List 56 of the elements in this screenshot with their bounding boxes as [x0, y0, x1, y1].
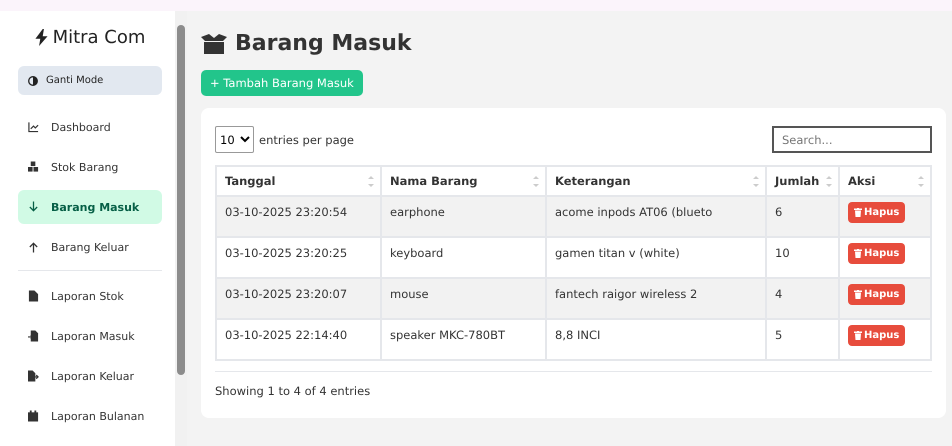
sidebar-item[interactable]: Dashboard — [18, 110, 162, 144]
sidebar-item[interactable]: Barang Masuk — [18, 190, 162, 224]
sort-icon — [753, 175, 759, 188]
table-cell: 4 — [766, 278, 839, 319]
file-import-icon — [28, 330, 39, 342]
column-header[interactable]: Tanggal — [216, 166, 381, 196]
table-cell: 6 — [766, 196, 839, 237]
calendar-icon — [28, 410, 39, 422]
table-cell: fantech raigor wireless 2 — [546, 278, 766, 319]
sort-icon — [826, 175, 832, 188]
table-cell: 03-10-2025 23:20:07 — [216, 278, 381, 319]
arrow-down-icon — [28, 201, 39, 213]
sidebar-item[interactable]: Laporan Bulanan — [18, 399, 162, 433]
brand-name: Mitra Com — [52, 27, 146, 48]
table-cell: speaker MKC-780BT — [381, 319, 546, 360]
table-cell: 03-10-2025 22:14:40 — [216, 319, 381, 360]
column-header[interactable]: Nama Barang — [381, 166, 546, 196]
file-icon — [28, 290, 39, 302]
delete-button[interactable]: Hapus — [848, 243, 906, 264]
sort-icon — [533, 175, 539, 188]
page-size-label: entries per page — [259, 132, 354, 146]
boxes-icon — [28, 161, 39, 173]
delete-button[interactable]: Hapus — [848, 284, 906, 305]
page-size-select[interactable]: 10 — [215, 126, 254, 153]
sidebar-item[interactable]: Stok Barang — [18, 150, 162, 184]
table-cell: 5 — [766, 319, 839, 360]
chart-icon — [28, 121, 39, 133]
file-export-icon — [28, 370, 39, 382]
sidebar-item[interactable]: Laporan Keluar — [18, 359, 162, 393]
column-header[interactable]: Aksi — [839, 166, 931, 196]
sidebar-item[interactable]: Laporan Stok — [18, 279, 162, 313]
scrollbar-thumb[interactable] — [177, 25, 185, 375]
trash-icon — [854, 290, 862, 299]
entries-info: Showing 1 to 4 of 4 entries — [215, 371, 932, 398]
sort-icon — [368, 175, 374, 188]
page-title: Barang Masuk — [235, 31, 412, 56]
table-cell: 8,8 INCI — [546, 319, 766, 360]
trash-icon — [854, 331, 862, 340]
column-header[interactable]: Keterangan — [546, 166, 766, 196]
theme-toggle-button[interactable]: Ganti Mode — [18, 66, 162, 95]
delete-button[interactable]: Hapus — [848, 325, 906, 346]
trash-icon — [854, 249, 862, 258]
trash-icon — [854, 208, 862, 217]
table-cell: earphone — [381, 196, 546, 237]
delete-button[interactable]: Hapus — [848, 202, 906, 223]
lightning-icon — [34, 29, 48, 46]
sort-icon — [918, 175, 924, 188]
table-cell: acome inpods AT06 (blueto — [546, 196, 766, 237]
search-field[interactable]: Search... — [772, 126, 932, 153]
contrast-icon — [28, 76, 38, 86]
table-cell: 03-10-2025 23:20:54 — [216, 196, 381, 237]
arrow-up-icon — [28, 241, 39, 253]
sidebar-item[interactable]: Barang Keluar — [18, 230, 162, 264]
box-icon — [201, 34, 227, 54]
table-cell: mouse — [381, 278, 546, 319]
sidebar-item[interactable]: Laporan Masuk — [18, 319, 162, 353]
